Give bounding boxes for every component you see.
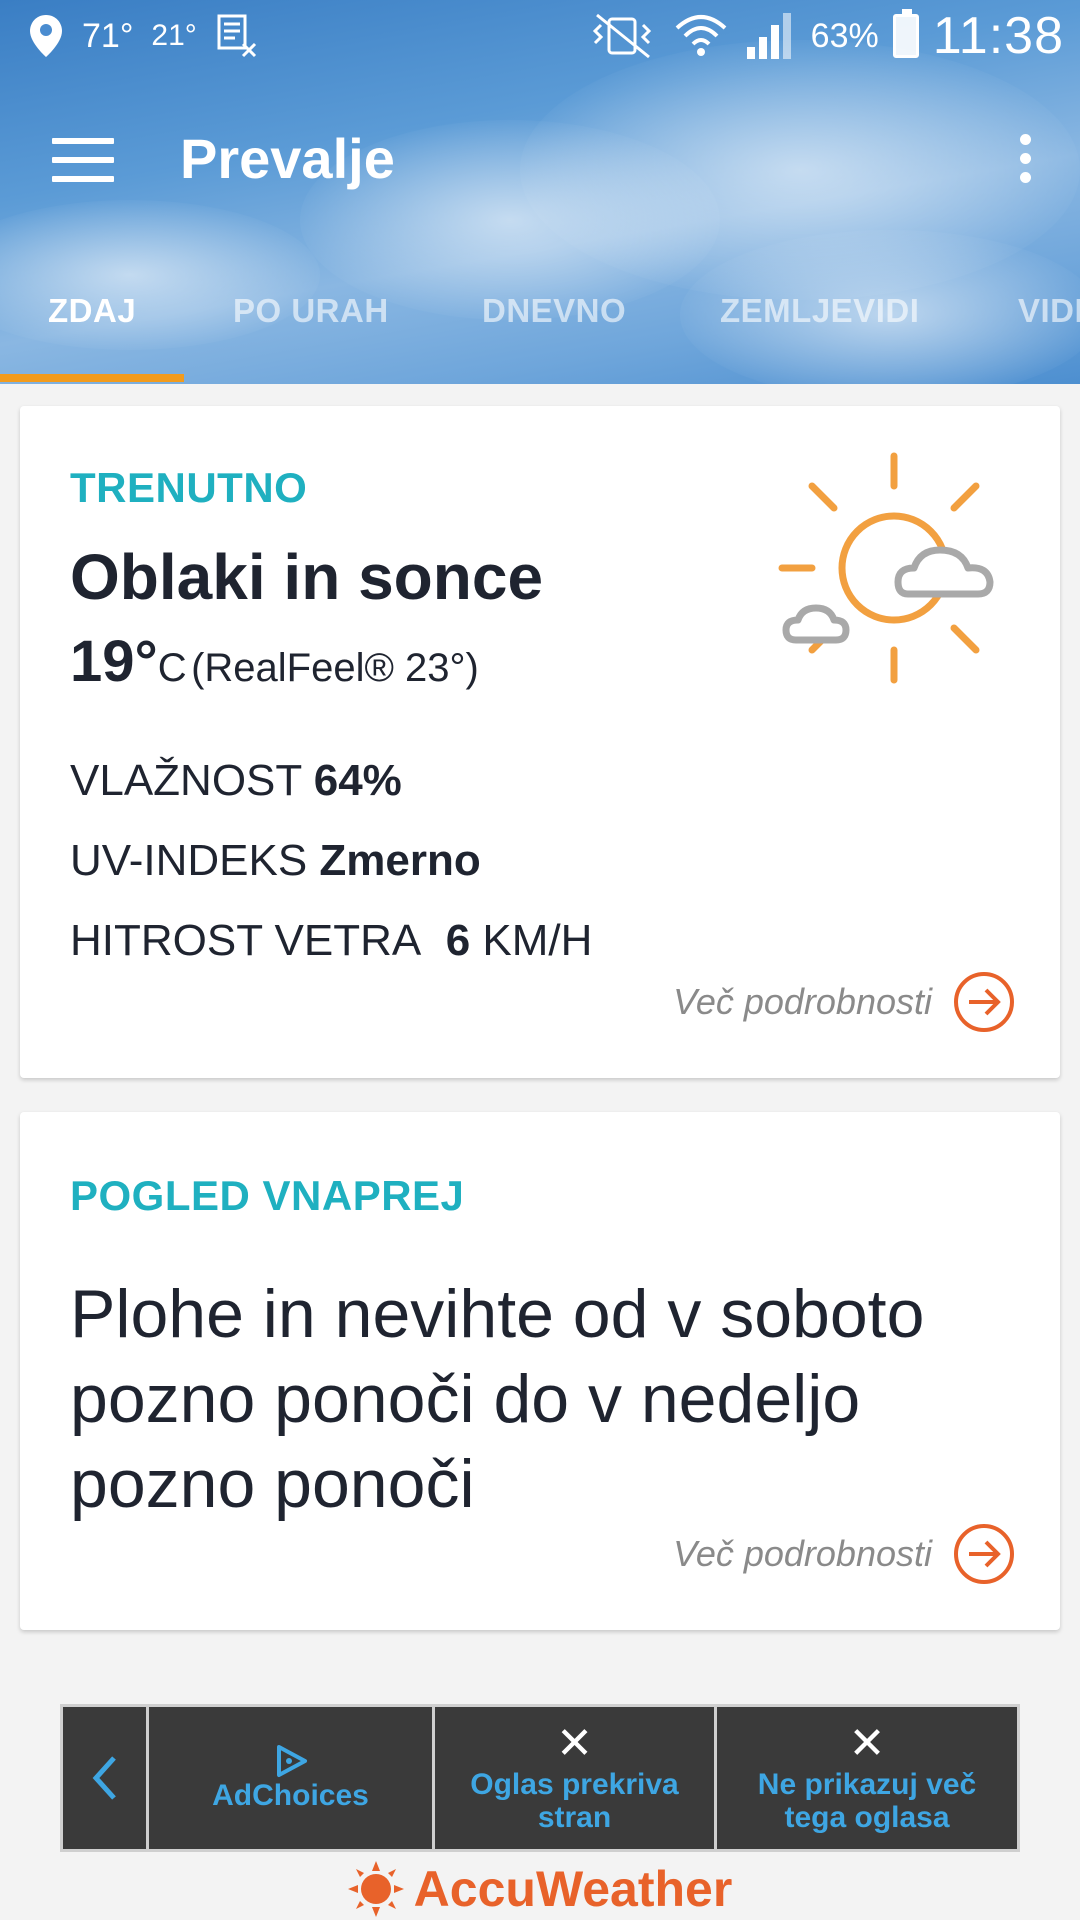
status-bar: 71° 21° 63% 11:38 [0,0,1080,78]
news-notification-icon [217,14,256,58]
outlook-forecast-text: Plohe in nevihte od v soboto pozno ponoč… [70,1276,925,1522]
close-icon: ✕ [848,1719,886,1768]
ad-feedback-bar: AdChoices ✕ Oglas prekriva stran ✕ Ne pr… [60,1704,1020,1852]
outlook-more-details-link[interactable]: Več podrobnosti [673,1524,1014,1584]
close-icon: ✕ [556,1719,593,1768]
outlook-card[interactable]: POGLED VNAPREJ Plohe in nevihte od v sob… [20,1112,1060,1630]
uv-index-row: UV-INDEKS Zmerno [70,836,481,886]
temperature-row: 19°C (RealFeel® 23°) [70,628,479,695]
tab-zdaj[interactable]: ZDAJ [48,292,136,330]
toolbar: Prevalje [0,110,1080,210]
more-details-label: Več podrobnosti [673,1533,932,1574]
battery-percent: 63% [810,16,879,55]
ad-hide-button[interactable]: ✕ Ne prikazuj več tega oglasa [717,1707,1017,1849]
uv-index-value: Zmerno [319,836,481,885]
humidity-row: VLAŽNOST 64% [70,756,402,806]
wind-speed-unit: KM/H [482,916,593,965]
location-pin-icon [30,15,62,57]
ad-covers-page-button[interactable]: ✕ Oglas prekriva stran [435,1707,717,1849]
status-clock: 11:38 [932,7,1064,65]
adchoices-icon [276,1745,307,1777]
current-condition: Oblaki in sonce [70,541,544,613]
chevron-left-icon [92,1756,116,1800]
hamburger-menu-icon[interactable] [52,138,114,184]
wind-speed-label: HITROST VETRA [70,916,422,965]
outlook-section-title: POGLED VNAPREJ [70,1172,465,1219]
uv-index-label: UV-INDEKS [70,836,308,885]
status-temp-f: 71° [82,16,134,55]
overflow-menu-icon[interactable] [1010,134,1040,190]
wind-speed-row: HITROST VETRA 6 KM/H [70,916,592,966]
temperature-unit: C [157,646,187,690]
humidity-value: 64% [313,756,402,805]
tab-dnevno[interactable]: DNEVNO [482,292,626,330]
tab-bar: ZDAJ PO URAH DNEVNO ZEMLJEVIDI VIDI [0,268,1080,384]
battery-icon [892,9,919,58]
ad-covers-label-2: stran [537,1801,612,1834]
ad-covers-label-1: Oglas prekriva [470,1768,679,1801]
wind-speed-value: 6 [445,916,471,965]
vibrate-mute-icon [592,13,651,59]
ad-back-button[interactable] [63,1707,149,1849]
adchoices-button[interactable]: AdChoices [149,1707,435,1849]
adchoices-label: AdChoices [212,1779,369,1812]
tab-vidi[interactable]: VIDI [1018,292,1080,330]
wifi-icon [675,15,727,56]
accuweather-wordmark: AccuWeather [413,1861,733,1917]
arrow-right-circle-icon[interactable] [954,1524,1014,1584]
partly-sunny-weather-icon [778,452,994,684]
arrow-right-circle-icon[interactable] [954,972,1014,1032]
more-details-label: Več podrobnosti [673,981,932,1022]
current-temperature: 19° [70,629,158,694]
current-conditions-card[interactable]: TRENUTNO Oblaki in sonce 19°C (RealFeel®… [20,406,1060,1078]
tab-zemljevidi[interactable]: ZEMLJEVIDI [720,292,919,330]
humidity-label: VLAŽNOST [70,756,302,805]
ad-hide-label-1: Ne prikazuj več [757,1768,977,1801]
ad-hide-label-2: tega oglasa [784,1801,950,1834]
page-title: Prevalje [180,127,395,190]
status-temp-c: 21° [151,19,197,52]
realfeel-temperature: (RealFeel® 23°) [191,646,479,690]
active-tab-indicator [0,374,184,382]
app-header: 71° 21° 63% 11:38 Prevalje ZDAJ PO URAH … [0,0,1080,384]
current-more-details-link[interactable]: Več podrobnosti [673,972,1014,1032]
cell-signal-icon [746,13,791,59]
current-section-title: TRENUTNO [70,464,308,511]
tab-po-urah[interactable]: PO URAH [233,292,389,330]
accuweather-sun-logo-icon [347,1861,404,1917]
accuweather-brand: AccuWeather [0,1858,1080,1920]
